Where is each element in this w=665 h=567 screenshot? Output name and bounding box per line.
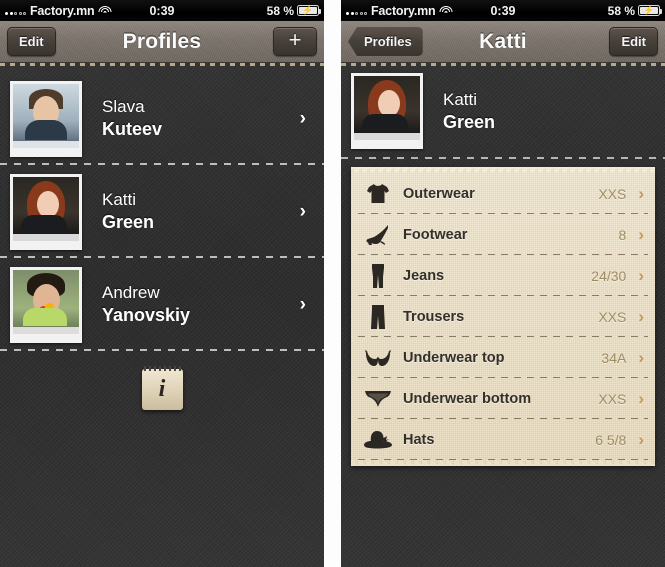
back-button-profiles[interactable]: Profiles (348, 27, 423, 56)
avatar-katti (351, 73, 423, 149)
chevron-right-icon: › (299, 293, 306, 315)
item-value: 6 5/8 (595, 431, 627, 448)
panties-icon (361, 384, 395, 414)
phone-screen-katti: Factory.mn 0:39 58 % ⚡ Profiles Katti Ed… (341, 0, 665, 567)
person-first-name: Katti (443, 89, 478, 109)
profile-first-name: Katti (102, 190, 137, 209)
profile-first-name: Slava (102, 97, 145, 116)
avatar-slava (10, 80, 82, 157)
chevron-right-icon: › (638, 306, 644, 326)
chevron-right-icon: › (638, 183, 644, 203)
battery-percent: 58 % (266, 3, 294, 18)
item-value: 34A (601, 349, 627, 366)
battery-charging-icon: ⚡ (297, 5, 322, 16)
chevron-right-icon: › (638, 429, 644, 449)
signal-bars-icon (5, 6, 26, 15)
bra-icon (361, 343, 395, 373)
profile-name-katti: Katti Green (102, 189, 154, 234)
edit-button[interactable]: Edit (7, 27, 56, 56)
card-bottom-torn-edge (351, 460, 655, 466)
item-label: Hats (403, 431, 435, 448)
high-heel-shoe-icon (361, 220, 395, 250)
panel-divider (324, 0, 341, 567)
battery-percent: 58 % (607, 3, 635, 18)
profile-last-name: Green (102, 212, 155, 232)
profile-last-name: Kuteev (102, 119, 163, 139)
item-row-jeans[interactable]: Jeans 24/30 › (351, 255, 655, 296)
wifi-icon (98, 5, 112, 16)
status-bar-right: Factory.mn 0:39 58 % ⚡ (341, 0, 665, 21)
chevron-right-icon: › (299, 107, 306, 129)
profiles-list: Slava Kuteev › Katti Green › Andrew Yano… (0, 63, 324, 351)
profile-first-name: Andrew (102, 283, 160, 302)
hat-icon (361, 425, 395, 455)
navbar-katti: Profiles Katti Edit (341, 21, 665, 66)
profile-name-andrew: Andrew Yanovskiy (102, 282, 190, 327)
status-bar-left: Factory.mn 0:39 58 % ⚡ (0, 0, 324, 21)
item-label: Jeans (403, 267, 445, 284)
avatar-katti (10, 173, 82, 250)
signal-bars-icon (346, 6, 367, 15)
carrier-name: Factory.mn (371, 3, 436, 18)
sizes-card: Outerwear XXS › Footwear 8 › Jeans 24/30… (351, 167, 655, 466)
tshirt-icon (361, 179, 395, 209)
avatar-andrew (10, 266, 82, 343)
item-row-hats[interactable]: Hats 6 5/8 › (351, 419, 655, 460)
carrier-name: Factory.mn (30, 3, 95, 18)
item-label: Underwear bottom (403, 390, 532, 407)
chevron-right-icon: › (638, 388, 644, 408)
item-label: Footwear (403, 226, 468, 243)
edit-button[interactable]: Edit (609, 27, 658, 56)
person-name: Katti Green (443, 89, 495, 134)
item-value: XXS (598, 390, 627, 407)
add-profile-button[interactable]: + (273, 27, 317, 56)
person-header: Katti Green (341, 63, 665, 161)
profile-row-katti[interactable]: Katti Green › (0, 165, 324, 258)
profile-last-name: Yanovskiy (102, 305, 191, 325)
item-value: 8 (618, 226, 627, 243)
chevron-right-icon: › (638, 347, 644, 367)
person-last-name: Green (443, 111, 496, 132)
status-bar-left-group: Factory.mn (5, 4, 267, 18)
item-label: Trousers (403, 308, 465, 325)
item-row-footwear[interactable]: Footwear 8 › (351, 214, 655, 255)
phone-screen-profiles: Factory.mn 0:39 58 % ⚡ Edit Profiles + S… (0, 0, 324, 567)
chevron-right-icon: › (299, 200, 306, 222)
navbar-profiles: Edit Profiles + (0, 21, 324, 66)
info-button[interactable]: i (141, 366, 183, 410)
chevron-right-icon: › (638, 265, 644, 285)
item-row-underwear-bottom[interactable]: Underwear bottom XXS › (351, 378, 655, 419)
status-bar-left-group: Factory.mn (346, 4, 608, 18)
item-row-outerwear[interactable]: Outerwear XXS › (351, 173, 655, 214)
profile-row-andrew[interactable]: Andrew Yanovskiy › (0, 258, 324, 351)
chevron-right-icon: › (638, 224, 644, 244)
item-value: XXS (598, 308, 627, 325)
status-bar-right-group: 58 % ⚡ (266, 3, 322, 18)
battery-charging-icon: ⚡ (638, 5, 663, 16)
profile-row-slava[interactable]: Slava Kuteev › (0, 72, 324, 165)
jeans-icon (361, 261, 395, 291)
item-row-trousers[interactable]: Trousers XXS › (351, 296, 655, 337)
info-button-container: i (0, 366, 324, 410)
trousers-icon (361, 302, 395, 332)
wifi-icon (439, 5, 453, 16)
item-value: XXS (598, 185, 627, 202)
item-label: Outerwear (403, 185, 475, 202)
status-bar-right-group: 58 % ⚡ (607, 3, 663, 18)
item-row-underwear-top[interactable]: Underwear top 34A › (351, 337, 655, 378)
item-label: Underwear top (403, 349, 505, 366)
profile-name-slava: Slava Kuteev (102, 96, 162, 141)
item-value: 24/30 (591, 267, 627, 284)
